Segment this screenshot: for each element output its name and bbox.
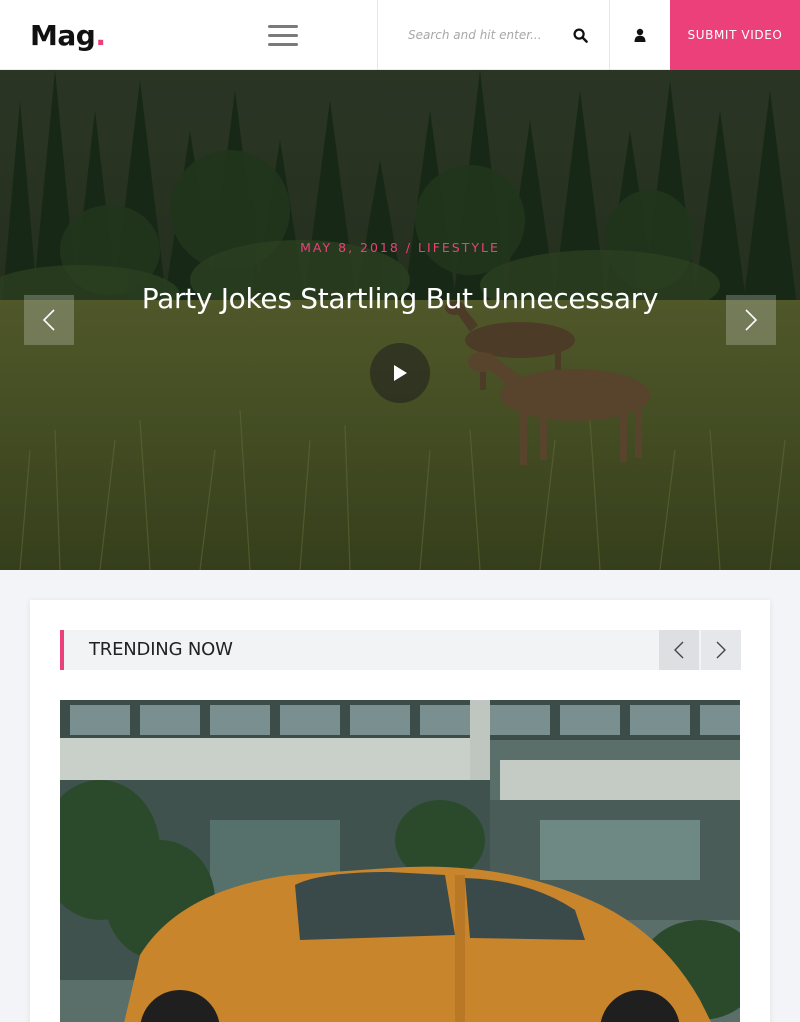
play-icon <box>394 365 407 381</box>
hero-post-category[interactable]: LIFESTYLE <box>418 240 500 255</box>
logo-text: Mag <box>30 18 96 52</box>
site-logo[interactable]: Mag. <box>0 0 130 70</box>
hamburger-icon-line <box>268 24 298 28</box>
user-account-button[interactable] <box>609 0 670 70</box>
chevron-left-icon <box>674 641 684 659</box>
hero-next-button[interactable] <box>726 295 776 345</box>
chevron-left-icon <box>42 309 55 331</box>
meta-separator: / <box>405 240 413 255</box>
trending-post-image[interactable] <box>60 700 740 1022</box>
trending-prev-button[interactable] <box>659 630 699 670</box>
hamburger-icon-line <box>268 33 298 37</box>
trending-image-scene <box>60 700 740 1022</box>
search-button[interactable] <box>560 15 600 55</box>
logo-dot: . <box>95 18 106 52</box>
hamburger-icon-line <box>268 42 298 46</box>
trending-section: TRENDING NOW <box>30 600 770 1022</box>
user-icon <box>634 28 646 42</box>
hero-dark-overlay <box>0 70 800 570</box>
search-input[interactable] <box>378 15 558 55</box>
search-icon <box>572 27 588 43</box>
hero-prev-button[interactable] <box>24 295 74 345</box>
chevron-right-icon <box>745 309 758 331</box>
hero-post-title[interactable]: Party Jokes Startling But Unnecessary <box>0 282 800 315</box>
site-header: Mag. SUBMIT VIDEO <box>0 0 800 70</box>
trending-header: TRENDING NOW <box>60 630 741 670</box>
hero-post-meta: MAY 8, 2018 / LIFESTYLE <box>0 240 800 255</box>
hero-post-date[interactable]: MAY 8, 2018 <box>300 240 400 255</box>
search-form <box>377 0 609 70</box>
play-video-button[interactable] <box>370 343 430 403</box>
trending-title: TRENDING NOW <box>89 639 233 660</box>
submit-video-button[interactable]: SUBMIT VIDEO <box>670 0 800 70</box>
hero-slider: MAY 8, 2018 / LIFESTYLE Party Jokes Startl… <box>0 70 800 570</box>
menu-button[interactable] <box>233 0 333 70</box>
trending-next-button[interactable] <box>701 630 741 670</box>
chevron-right-icon <box>716 641 726 659</box>
